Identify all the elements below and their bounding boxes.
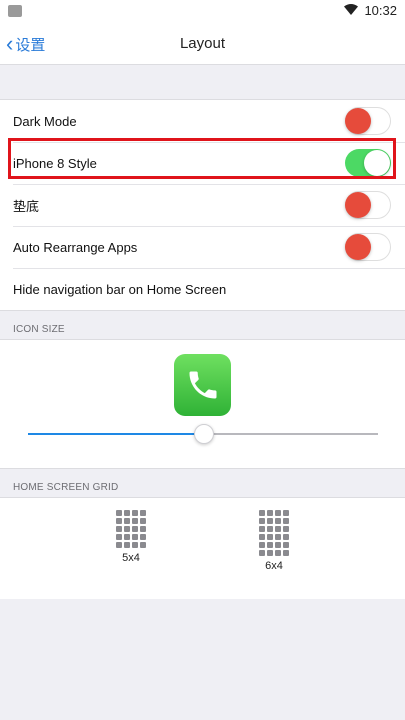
grid-dot: [283, 542, 289, 548]
grid-dot: [283, 534, 289, 540]
grid-dot: [275, 518, 281, 524]
grid-option-5x4[interactable]: 5x4: [111, 510, 151, 564]
home-grid-section: 5x4 6x4: [0, 498, 405, 599]
grid-dot: [116, 526, 122, 532]
grid-dot: [283, 510, 289, 516]
grid-dot: [132, 534, 138, 540]
setting-row-iphone8-style: iPhone 8 Style: [0, 142, 405, 184]
grid-dot: [116, 534, 122, 540]
setting-row-auto-rearrange: Auto Rearrange Apps: [0, 226, 405, 268]
grid-dot: [140, 542, 146, 548]
section-header-label: HOME SCREEN GRID: [13, 482, 119, 493]
grid-dot: [275, 534, 281, 540]
grid-dot: [283, 526, 289, 532]
setting-label: Auto Rearrange Apps: [13, 239, 138, 255]
page-title: Layout: [179, 35, 226, 52]
grid-dot: [132, 542, 138, 548]
grid-dot: [116, 518, 122, 524]
grid-5x4-icon: [111, 510, 151, 548]
grid-dot: [132, 518, 138, 524]
app-notification-icon: [8, 5, 22, 17]
grid-dot: [116, 510, 122, 516]
grid-dot: [275, 526, 281, 532]
grid-option-label: 6x4: [265, 560, 283, 572]
grid-dot: [124, 518, 130, 524]
setting-label: Dark Mode: [13, 113, 77, 129]
grid-dot: [259, 534, 265, 540]
setting-row-dark-mode: Dark Mode: [0, 100, 405, 142]
grid-dot: [124, 510, 130, 516]
grid-dot: [259, 518, 265, 524]
phone-app-icon: [174, 354, 231, 416]
grid-dot: [267, 526, 273, 532]
top-spacer: [0, 65, 405, 100]
setting-label: 垫底: [13, 198, 40, 214]
icon-size-section: [0, 340, 405, 468]
grid-dot: [140, 526, 146, 532]
slider-thumb[interactable]: [194, 424, 214, 444]
grid-dot: [267, 510, 273, 516]
navigation-bar: ‹ 设置 Layout: [0, 24, 405, 65]
grid-dot: [140, 534, 146, 540]
dark-mode-toggle[interactable]: [345, 107, 391, 135]
grid-dot: [259, 526, 265, 532]
grid-dot: [259, 510, 265, 516]
grid-dot: [275, 542, 281, 548]
grid-dot: [140, 518, 146, 524]
grid-dot: [275, 550, 281, 556]
grid-6x4-icon: [254, 510, 294, 556]
section-header-home-grid: HOME SCREEN GRID: [0, 468, 405, 498]
section-header-icon-size: ICON SIZE: [0, 310, 405, 340]
section-header-label: ICON SIZE: [13, 324, 65, 335]
grid-dot: [267, 542, 273, 548]
status-bar: 10:32: [0, 0, 405, 24]
grid-dot: [267, 518, 273, 524]
grid-dot: [283, 518, 289, 524]
setting-row-dock: 垫底: [0, 184, 405, 226]
grid-dot: [267, 550, 273, 556]
toggle-knob: [345, 192, 371, 218]
grid-dot: [283, 550, 289, 556]
grid-dot: [124, 526, 130, 532]
status-time: 10:32: [364, 3, 397, 18]
auto-rearrange-toggle[interactable]: [345, 233, 391, 261]
iphone8-style-toggle[interactable]: [345, 149, 391, 177]
grid-dot: [132, 510, 138, 516]
toggle-knob: [345, 234, 371, 260]
settings-group: Dark Mode iPhone 8 Style 垫底 Auto Rearran…: [0, 100, 405, 310]
empty-background: [0, 602, 405, 720]
grid-dot: [259, 542, 265, 548]
setting-label: iPhone 8 Style: [13, 155, 97, 171]
grid-option-6x4[interactable]: 6x4: [254, 510, 294, 572]
grid-dot: [124, 542, 130, 548]
icon-size-slider[interactable]: [28, 424, 378, 444]
setting-row-hide-nav-bar[interactable]: Hide navigation bar on Home Screen: [0, 268, 405, 310]
setting-label: Hide navigation bar on Home Screen: [13, 281, 227, 297]
slider-fill: [28, 433, 203, 435]
grid-dot: [275, 510, 281, 516]
wifi-icon: [344, 3, 359, 18]
grid-dot: [132, 526, 138, 532]
grid-dot: [116, 542, 122, 548]
grid-dot: [140, 510, 146, 516]
toggle-knob: [345, 108, 371, 134]
grid-dot: [259, 550, 265, 556]
toggle-knob: [364, 150, 390, 176]
grid-option-label: 5x4: [122, 552, 140, 564]
grid-dot: [267, 534, 273, 540]
dock-toggle[interactable]: [345, 191, 391, 219]
grid-dot: [124, 534, 130, 540]
